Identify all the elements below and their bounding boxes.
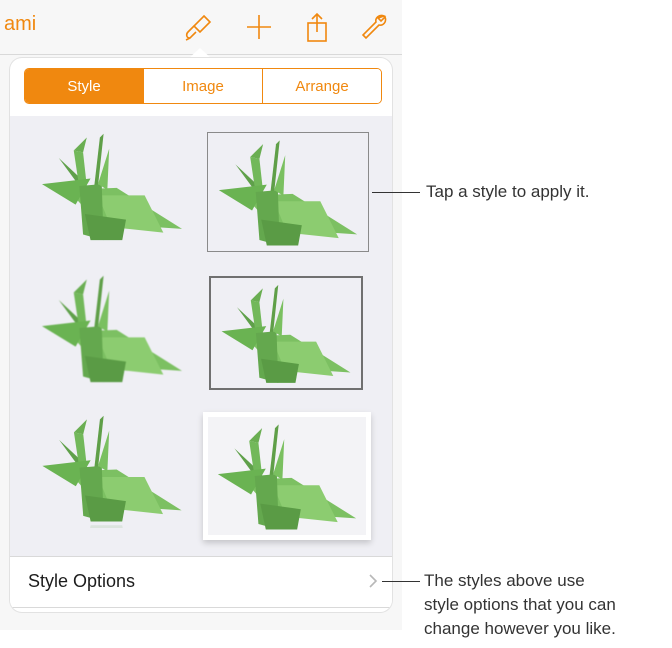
paintbrush-icon[interactable] bbox=[180, 10, 214, 44]
style-options-label: Style Options bbox=[28, 571, 136, 591]
callout-line-top bbox=[372, 192, 420, 193]
tab-image[interactable]: Image bbox=[143, 69, 262, 103]
plus-icon[interactable] bbox=[242, 10, 276, 44]
document-title[interactable]: ami bbox=[4, 13, 36, 36]
share-icon[interactable] bbox=[300, 10, 334, 44]
style-thumbnail-4[interactable] bbox=[209, 276, 363, 390]
style-thumbnail-1[interactable] bbox=[32, 130, 192, 242]
style-thumbnail-3[interactable] bbox=[32, 272, 192, 384]
callout-top-text: Tap a style to apply it. bbox=[426, 182, 590, 201]
callout-bottom-line-1: The styles above use bbox=[424, 571, 585, 590]
chevron-right-icon bbox=[369, 574, 378, 588]
segmented-control: Style Image Arrange bbox=[24, 68, 382, 104]
style-thumbnail-2[interactable] bbox=[207, 132, 369, 252]
toolbar: ami bbox=[0, 0, 402, 55]
style-grid bbox=[10, 116, 392, 556]
callout-bottom-line-3: change however you like. bbox=[424, 619, 616, 638]
style-thumbnail-6[interactable] bbox=[208, 417, 366, 535]
tab-style[interactable]: Style bbox=[25, 69, 143, 103]
format-popover: Style Image Arrange Style Options bbox=[10, 58, 392, 612]
callout-bottom-line-2: style options that you can bbox=[424, 595, 616, 614]
style-options-row[interactable]: Style Options bbox=[10, 556, 392, 608]
callout-bottom-text: The styles above use style options that … bbox=[424, 569, 616, 641]
wrench-icon[interactable] bbox=[357, 10, 391, 44]
callout-line-bottom bbox=[382, 581, 420, 582]
style-thumbnail-5[interactable] bbox=[32, 412, 192, 528]
tab-arrange[interactable]: Arrange bbox=[262, 69, 381, 103]
